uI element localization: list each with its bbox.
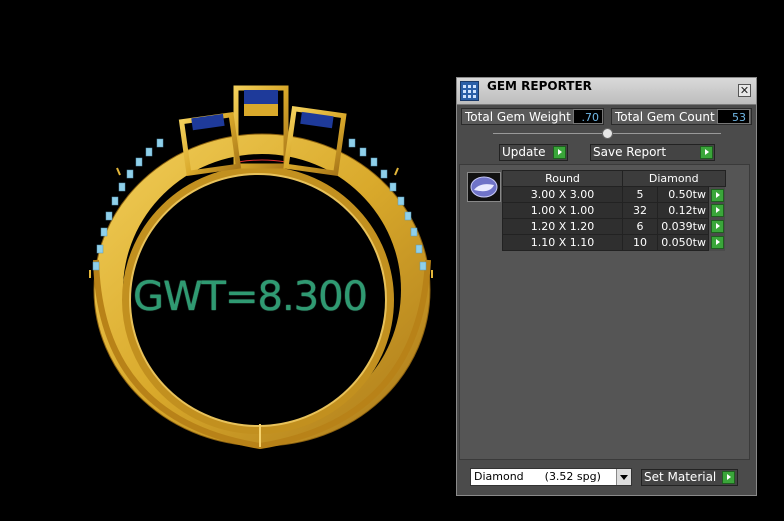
- update-button-label: Update: [502, 145, 546, 159]
- gem-count: 5: [622, 186, 658, 203]
- update-button[interactable]: Update: [499, 144, 568, 161]
- grid-app-icon: [460, 81, 479, 101]
- material-select-value: Diamond (3.52 spg): [474, 470, 601, 483]
- gem-weight: 0.039tw: [657, 218, 709, 235]
- save-report-button-label: Save Report: [593, 145, 667, 159]
- table-row[interactable]: 1.00 X 1.00 32 0.12tw: [502, 202, 725, 219]
- gem-size: 3.00 X 3.00: [502, 186, 623, 203]
- close-icon[interactable]: ✕: [738, 84, 751, 97]
- gem-size: 1.20 X 1.20: [502, 218, 623, 235]
- column-header-round: Round: [502, 170, 623, 187]
- save-report-button[interactable]: Save Report: [590, 144, 715, 161]
- gem-weight: 0.050tw: [657, 234, 709, 251]
- gem-count: 32: [622, 202, 658, 219]
- total-gem-count-value: 53: [717, 109, 750, 124]
- set-material-button[interactable]: Set Material: [641, 469, 738, 486]
- play-arrow-icon[interactable]: [710, 236, 724, 250]
- gem-weight: 0.12tw: [657, 202, 709, 219]
- gold-weight-label: GWT=8.300: [133, 274, 368, 320]
- slider-handle[interactable]: [602, 128, 613, 139]
- play-arrow-icon: [553, 146, 566, 159]
- chevron-down-icon[interactable]: [616, 469, 631, 485]
- gem-count: 10: [622, 234, 658, 251]
- table-row[interactable]: 1.10 X 1.10 10 0.050tw: [502, 234, 725, 251]
- play-arrow-icon: [700, 146, 713, 159]
- gem-reporter-panel: GEM REPORTER ✕ Total Gem Weight .70 Tota…: [456, 77, 757, 496]
- play-arrow-icon[interactable]: [710, 188, 724, 202]
- gem-size: 1.00 X 1.00: [502, 202, 623, 219]
- gem-thumbnail-icon[interactable]: [467, 172, 501, 202]
- panel-titlebar[interactable]: GEM REPORTER ✕: [457, 78, 756, 105]
- play-arrow-icon[interactable]: [710, 220, 724, 234]
- table-row[interactable]: 3.00 X 3.00 5 0.50tw: [502, 186, 725, 203]
- total-gem-weight-value: .70: [573, 109, 603, 124]
- gem-count: 6: [622, 218, 658, 235]
- gem-table: Round Diamond 3.00 X 3.00 5 0.50tw 1.00 …: [502, 170, 726, 251]
- play-arrow-icon[interactable]: [710, 204, 724, 218]
- column-header-diamond: Diamond: [622, 170, 726, 187]
- table-row[interactable]: 1.20 X 1.20 6 0.039tw: [502, 218, 725, 235]
- material-select[interactable]: Diamond (3.52 spg): [470, 468, 632, 486]
- gem-size: 1.10 X 1.10: [502, 234, 623, 251]
- panel-title: GEM REPORTER: [487, 79, 592, 93]
- gem-weight: 0.50tw: [657, 186, 709, 203]
- set-material-button-label: Set Material: [644, 470, 717, 484]
- play-arrow-icon: [722, 471, 735, 484]
